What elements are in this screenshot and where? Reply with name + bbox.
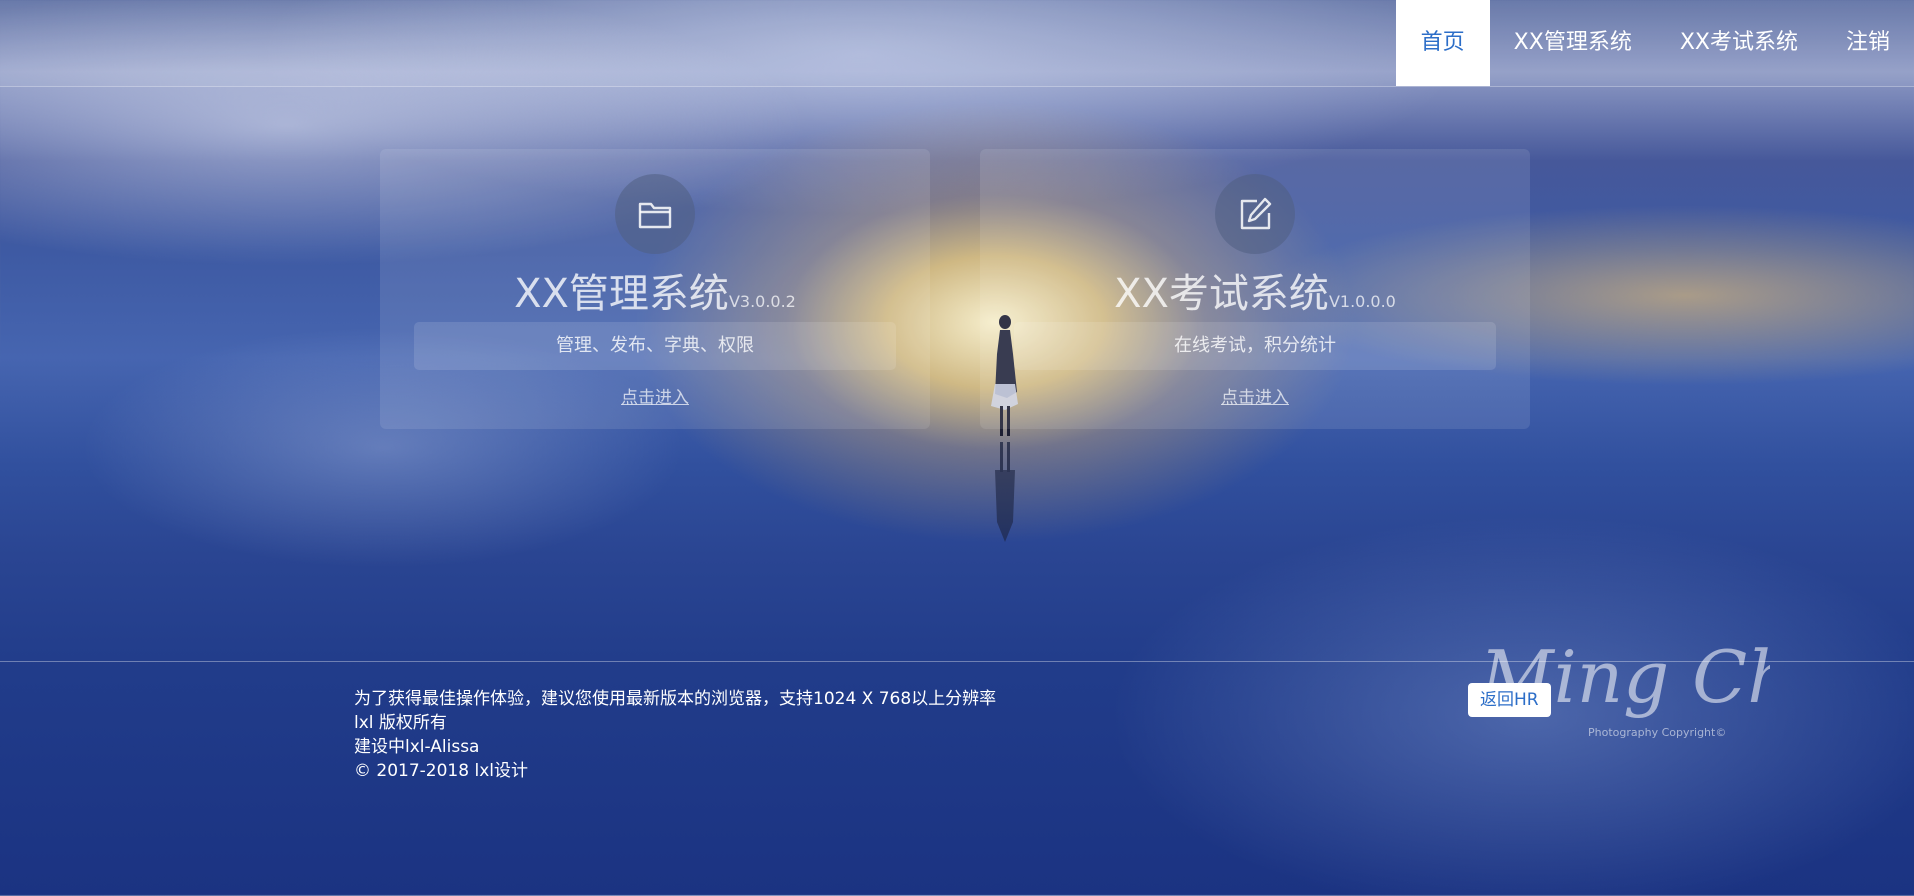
- system-name: XX考试系统: [1114, 271, 1329, 317]
- nav-item-logout[interactable]: 注销: [1822, 0, 1914, 86]
- copyright-owner: lxl 版权所有: [354, 713, 447, 733]
- card-description: 管理、发布、字典、权限: [414, 322, 896, 370]
- browser-notice: 为了获得最佳操作体验，建议您使用最新版本的浏览器，支持1024 X 768以上分…: [354, 689, 997, 709]
- edit-icon: [1215, 174, 1295, 254]
- management-system-card: XX管理系统V3.0.0.2 管理、发布、字典、权限 点击进入: [380, 149, 930, 429]
- card-title: XX考试系统V1.0.0.0: [980, 261, 1530, 319]
- construction-note: 建设中lxl-Alissa: [354, 737, 480, 757]
- enter-exam-link[interactable]: 点击进入: [980, 383, 1530, 408]
- nav-item-management-system[interactable]: XX管理系统: [1490, 0, 1656, 86]
- copyright-years: © 2017-2018 lxl设计: [354, 761, 528, 781]
- folder-icon: [615, 174, 695, 254]
- person-reflection: [995, 442, 1015, 542]
- top-navbar: 首页 XX管理系统 XX考试系统 注销: [0, 0, 1914, 87]
- enter-management-link[interactable]: 点击进入: [380, 383, 930, 408]
- back-to-hr-button[interactable]: 返回HR: [1468, 683, 1551, 717]
- nav-item-home[interactable]: 首页: [1395, 0, 1490, 86]
- system-version: V1.0.0.0: [1328, 292, 1396, 311]
- footer: 为了获得最佳操作体验，建议您使用最新版本的浏览器，支持1024 X 768以上分…: [0, 635, 1914, 896]
- system-version: V3.0.0.2: [728, 292, 796, 311]
- nav-menu: 首页 XX管理系统 XX考试系统 注销: [1395, 0, 1914, 86]
- card-title: XX管理系统V3.0.0.2: [380, 261, 930, 319]
- card-description: 在线考试，积分统计: [1014, 322, 1496, 370]
- watermark-copyright: Photography Copyright©: [1588, 726, 1726, 739]
- nav-item-exam-system[interactable]: XX考试系统: [1656, 0, 1822, 86]
- exam-system-card: XX考试系统V1.0.0.0 在线考试，积分统计 点击进入: [980, 149, 1530, 429]
- system-name: XX管理系统: [514, 271, 729, 317]
- footer-info: 为了获得最佳操作体验，建议您使用最新版本的浏览器，支持1024 X 768以上分…: [354, 687, 996, 783]
